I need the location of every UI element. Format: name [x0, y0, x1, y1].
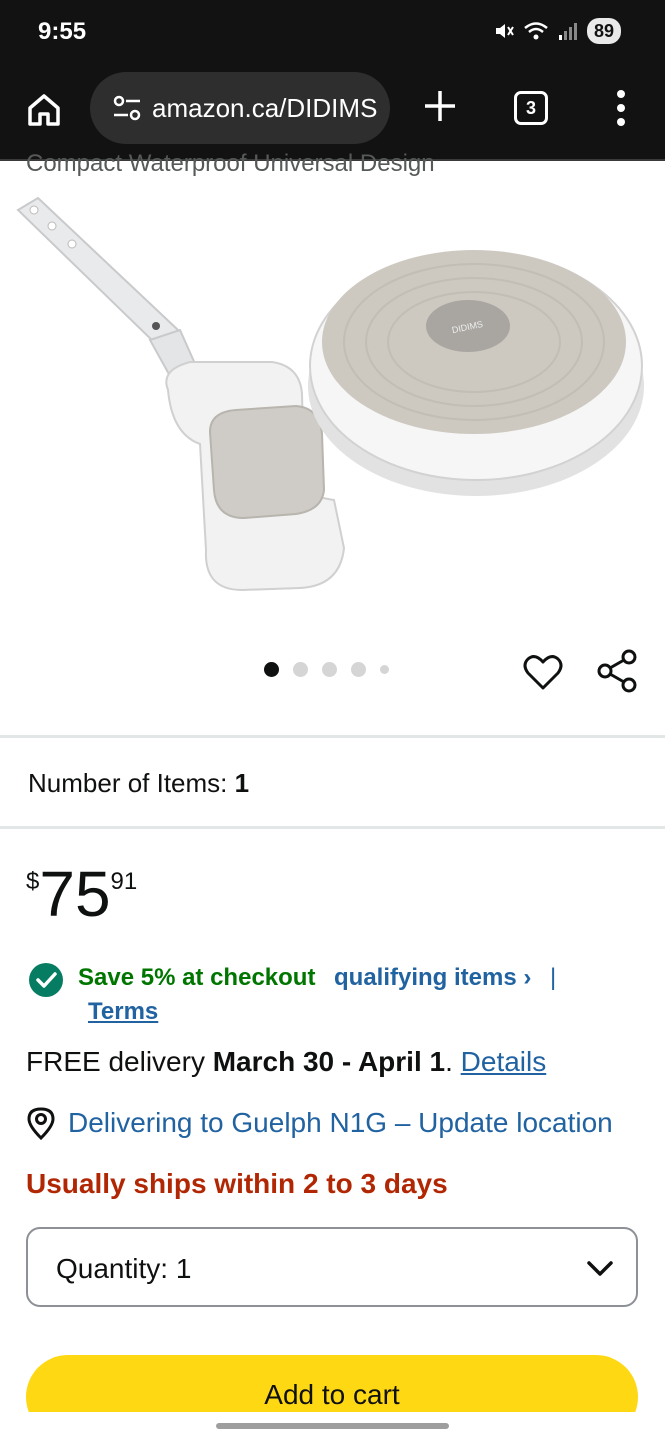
quantity-label: Quantity: 1 — [56, 1253, 191, 1285]
signal-icon — [558, 23, 577, 40]
add-to-cart-label: Add to cart — [264, 1379, 400, 1410]
status-time: 9:55 — [38, 18, 87, 45]
carousel-dot[interactable] — [322, 662, 337, 677]
price: $ 75 91 — [26, 858, 137, 930]
battery-badge: 89 — [586, 18, 621, 44]
share-icon[interactable] — [596, 648, 638, 694]
carousel-dot[interactable] — [351, 662, 366, 677]
delivery-info: FREE delivery March 30 - April 1. Detail… — [26, 1046, 546, 1078]
product-image[interactable]: DIDIMS — [0, 180, 665, 620]
delivery-dates: March 30 - April 1 — [212, 1046, 446, 1077]
image-carousel-dots[interactable] — [264, 662, 389, 677]
price-symbol: $ — [26, 868, 40, 895]
quantity-dropdown[interactable]: Quantity: 1 — [26, 1227, 638, 1307]
product-title-partial: Compact Waterproof Universal Design — [26, 150, 435, 177]
home-icon[interactable] — [24, 90, 64, 130]
carousel-dot[interactable] — [293, 662, 308, 677]
number-of-items-label: Number of Items: — [28, 768, 228, 798]
quantity-label-text: Quantity: — [56, 1253, 169, 1284]
carousel-dot[interactable] — [380, 665, 389, 674]
shipping-status: Usually ships within 2 to 3 days — [26, 1168, 448, 1199]
new-tab-icon[interactable] — [420, 86, 460, 126]
delivery-prefix: FREE delivery — [26, 1046, 213, 1077]
url-text: amazon.ca/DIDIMS — [152, 92, 378, 123]
system-nav-bar — [0, 1412, 665, 1440]
price-whole: 75 — [39, 858, 111, 930]
check-circle-icon — [29, 963, 63, 997]
location-pin-icon — [27, 1107, 55, 1140]
url-bar[interactable]: amazon.ca/DIDIMS — [90, 72, 390, 144]
site-settings-icon[interactable] — [112, 95, 142, 121]
section-divider — [0, 826, 665, 829]
delivery-details-link[interactable]: Details — [461, 1046, 547, 1077]
price-fraction: 91 — [110, 868, 138, 895]
gesture-handle[interactable] — [216, 1423, 449, 1429]
mute-icon — [495, 24, 514, 38]
promo-separator: | — [550, 964, 557, 991]
heart-icon[interactable] — [522, 652, 564, 694]
number-of-items-value: 1 — [234, 768, 250, 798]
section-divider — [0, 735, 665, 738]
number-of-items: Number of Items: 1 — [28, 768, 249, 799]
delivery-location[interactable]: Delivering to Guelph N1G – Update locati… — [26, 1106, 613, 1140]
chevron-down-icon — [587, 1261, 613, 1276]
more-menu-icon[interactable] — [606, 86, 636, 130]
delivery-suffix: . — [445, 1046, 461, 1077]
update-location-link[interactable]: Delivering to Guelph N1G – Update locati… — [68, 1107, 613, 1139]
save-text: Save 5% at checkout — [78, 964, 316, 991]
wifi-icon — [524, 22, 548, 40]
status-bar: 9:55 89 — [0, 0, 665, 66]
status-icons: 89 — [493, 18, 621, 44]
terms-link[interactable]: Terms — [88, 998, 158, 1026]
carousel-dot[interactable] — [264, 662, 279, 677]
tab-switcher-button[interactable]: 3 — [514, 91, 548, 125]
round-sensor — [308, 250, 644, 496]
quantity-value: 1 — [175, 1253, 192, 1284]
browser-toolbar: amazon.ca/DIDIMS 3 — [0, 66, 665, 161]
mounting-arm — [16, 196, 198, 378]
qualifying-items-link[interactable]: qualifying items › — [334, 964, 531, 992]
